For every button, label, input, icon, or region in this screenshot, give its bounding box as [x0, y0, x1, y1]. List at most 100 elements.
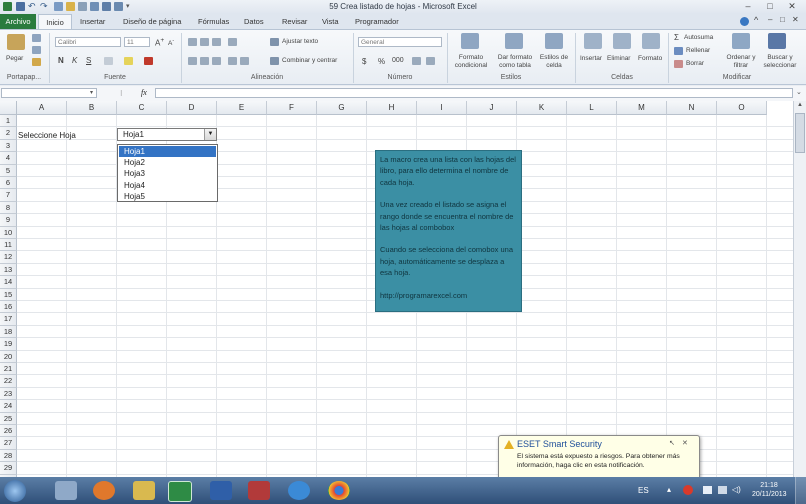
dropdown-option[interactable]: Hoja5: [119, 191, 216, 202]
row-header-21[interactable]: 21: [0, 363, 17, 376]
description-textbox[interactable]: La macro crea una lista con las hojas de…: [375, 150, 522, 312]
chevron-down-icon[interactable]: ▼: [204, 129, 216, 140]
tab-programador[interactable]: Programador: [355, 14, 399, 29]
worksheet-grid[interactable]: ABCDEFGHIJKLMNO 1 2 3 4 5 6 7 8 9 10 11 12 13 14 15 16 1…: [0, 101, 793, 477]
wrap-text-button[interactable]: Ajustar texto: [282, 38, 318, 45]
align-right-icon[interactable]: [212, 57, 221, 65]
align-middle-icon[interactable]: [200, 38, 209, 46]
tab-vista[interactable]: Vista: [322, 14, 339, 29]
paste-icon[interactable]: [7, 34, 25, 50]
cell-styles-button[interactable]: Estilos de celda: [538, 54, 570, 70]
column-header-j[interactable]: J: [467, 101, 517, 115]
row-header-17[interactable]: 17: [0, 313, 17, 326]
shrink-font-icon[interactable]: A-: [168, 38, 174, 47]
volume-icon[interactable]: ◁): [732, 485, 741, 494]
cell-styles-icon[interactable]: [545, 33, 563, 49]
notification-options-icon[interactable]: ↖: [669, 439, 675, 447]
network-icon[interactable]: [718, 486, 727, 494]
row-header-14[interactable]: 14: [0, 276, 17, 289]
scroll-up-icon[interactable]: ▲: [795, 102, 805, 111]
scrollbar-thumb[interactable]: [795, 113, 805, 153]
row-header-6[interactable]: 6: [0, 177, 17, 190]
align-top-icon[interactable]: [188, 38, 197, 46]
media-player-icon[interactable]: [93, 481, 115, 500]
folder-icon[interactable]: [133, 481, 155, 500]
format-table-icon[interactable]: [505, 33, 523, 49]
font-color-icon[interactable]: [144, 57, 153, 65]
word-icon[interactable]: [210, 481, 232, 500]
row-header-19[interactable]: 19: [0, 338, 17, 351]
font-size-box[interactable]: 11: [124, 37, 150, 47]
tab-diseno-pagina[interactable]: Diseño de página: [123, 14, 181, 29]
column-header-b[interactable]: B: [67, 101, 117, 115]
column-header-n[interactable]: N: [667, 101, 717, 115]
select-all-corner[interactable]: [0, 101, 17, 115]
autosum-button[interactable]: Autosuma: [684, 34, 713, 41]
align-bottom-icon[interactable]: [212, 38, 221, 46]
delete-cells-icon[interactable]: [613, 33, 631, 49]
row-header-26[interactable]: 26: [0, 425, 17, 438]
row-header-27[interactable]: 27: [0, 437, 17, 450]
tab-datos[interactable]: Datos: [244, 14, 264, 29]
dropdown-option[interactable]: Hoja3: [119, 168, 216, 179]
doc-minimize-icon[interactable]: –: [768, 15, 772, 24]
row-header-13[interactable]: 13: [0, 263, 17, 277]
cell-a2[interactable]: Seleccione Hoja: [18, 131, 76, 140]
row-header-7[interactable]: 7: [0, 189, 17, 202]
excel-icon[interactable]: [168, 481, 192, 502]
borders-icon[interactable]: [104, 57, 113, 65]
dropdown-option[interactable]: Hoja4: [119, 180, 216, 191]
doc-close-icon[interactable]: ✕: [792, 15, 799, 24]
notification-close-icon[interactable]: ✕: [682, 439, 688, 447]
merge-center-icon[interactable]: [270, 57, 279, 65]
cut-icon[interactable]: [32, 34, 41, 42]
increase-decimal-icon[interactable]: [412, 57, 421, 65]
taskbar-app-icon[interactable]: [55, 481, 77, 500]
chrome-icon[interactable]: [328, 481, 350, 500]
column-header-g[interactable]: G: [317, 101, 367, 115]
tab-archivo[interactable]: Archivo: [0, 14, 36, 29]
sort-filter-button[interactable]: Ordenar y filtrar: [724, 54, 758, 70]
tab-insertar[interactable]: Insertar: [80, 14, 105, 29]
access-icon[interactable]: [248, 481, 270, 500]
fx-icon[interactable]: fx: [141, 88, 147, 97]
increase-indent-icon[interactable]: [240, 57, 249, 65]
row-header-5[interactable]: 5: [0, 164, 17, 177]
column-header-m[interactable]: M: [617, 101, 667, 115]
thousands-button[interactable]: 000: [392, 57, 404, 64]
sheet-combobox[interactable]: Hoja1 ▼: [117, 128, 217, 141]
fill-color-icon[interactable]: [124, 57, 133, 65]
dropdown-option[interactable]: Hoja2: [119, 157, 216, 168]
row-header-29[interactable]: 29: [0, 462, 17, 475]
formula-input[interactable]: [155, 88, 793, 98]
name-box-dropdown-icon[interactable]: ▾: [90, 89, 93, 96]
close-button[interactable]: ✕: [784, 1, 800, 12]
eset-notification[interactable]: ESET Smart Security ↖ ✕ El sistema está …: [498, 435, 700, 480]
copy-icon[interactable]: [32, 46, 41, 54]
row-header-8[interactable]: 8: [0, 201, 17, 215]
orientation-icon[interactable]: [228, 38, 237, 46]
grow-font-icon[interactable]: A+: [155, 37, 164, 48]
conditional-format-button[interactable]: Formato condicional: [451, 54, 491, 70]
find-select-button[interactable]: Buscar y seleccionar: [758, 54, 802, 70]
column-header-h[interactable]: H: [367, 101, 417, 115]
row-header-3[interactable]: 3: [0, 139, 17, 153]
decrease-indent-icon[interactable]: [228, 57, 237, 65]
row-header-23[interactable]: 23: [0, 387, 17, 401]
italic-button[interactable]: K: [72, 56, 77, 65]
row-header-24[interactable]: 24: [0, 400, 17, 413]
column-header-k[interactable]: K: [517, 101, 567, 115]
row-header-4[interactable]: 4: [0, 152, 17, 165]
insert-cells-button[interactable]: Insertar: [580, 55, 602, 62]
tab-formulas[interactable]: Fórmulas: [198, 14, 229, 29]
ribbon-collapse-icon[interactable]: ^: [754, 15, 758, 25]
row-header-9[interactable]: 9: [0, 214, 17, 227]
vertical-scrollbar[interactable]: ▲: [793, 101, 806, 477]
format-table-button[interactable]: Dar formato como tabla: [495, 54, 535, 70]
row-header-15[interactable]: 15: [0, 288, 17, 301]
bold-button[interactable]: N: [58, 56, 64, 65]
percent-button[interactable]: %: [378, 57, 385, 66]
column-header-d[interactable]: D: [167, 101, 217, 115]
align-center-icon[interactable]: [200, 57, 209, 65]
row-header-18[interactable]: 18: [0, 325, 17, 339]
